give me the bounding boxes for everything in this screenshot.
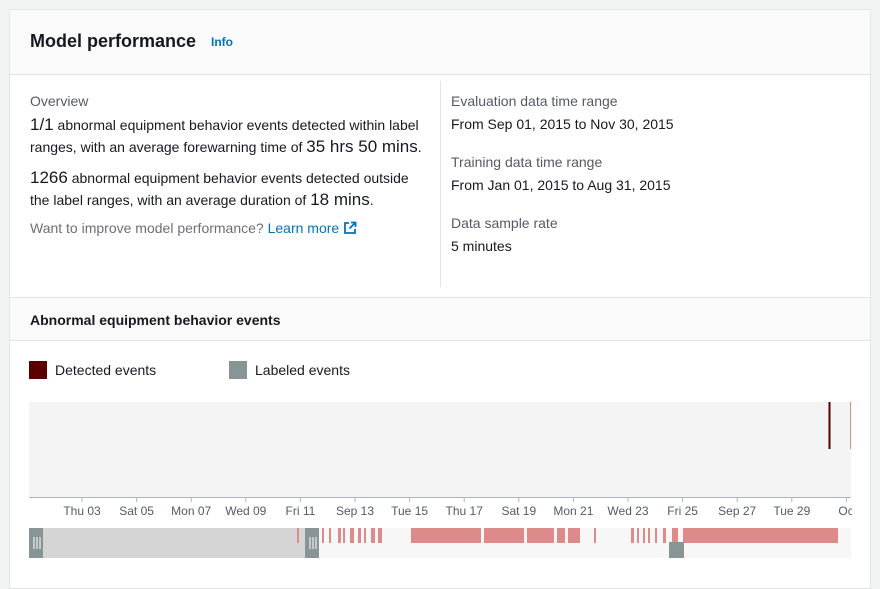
- training-range-value: From Jan 01, 2015 to Aug 31, 2015: [451, 177, 671, 193]
- legend-labeled-events[interactable]: Labeled events: [229, 361, 350, 379]
- sample-rate-value: 5 minutes: [451, 238, 512, 254]
- evaluation-range-label: Evaluation data time range: [451, 93, 618, 109]
- overview-right: Evaluation data time range From Sep 01, …: [451, 93, 851, 276]
- panel-header: Model performance Info: [10, 10, 870, 75]
- overview-left: Overview 1/1 abnormal equipment behavior…: [30, 93, 430, 238]
- overview-section: Overview 1/1 abnormal equipment behavior…: [10, 75, 870, 298]
- training-range: Training data time range From Jan 01, 20…: [451, 154, 851, 193]
- events-section-title: Abnormal equipment behavior events: [30, 312, 281, 328]
- panel-title: Model performance: [30, 31, 197, 51]
- improve-hint: Want to improve model performance? Learn…: [30, 220, 430, 238]
- detected-within-suffix: .: [417, 139, 422, 155]
- detected-events-swatch: [29, 361, 47, 379]
- learn-more-link[interactable]: Learn more: [268, 220, 358, 236]
- detected-outside-suffix: .: [369, 192, 374, 208]
- overview-label: Overview: [30, 93, 89, 109]
- external-link-icon: [343, 221, 357, 238]
- legend-detected-label: Detected events: [55, 362, 157, 378]
- sample-rate: Data sample rate 5 minutes: [451, 215, 851, 254]
- legend-detected-events[interactable]: Detected events: [29, 361, 156, 379]
- detected-within-count: 1/1: [30, 115, 54, 134]
- labeled-events-swatch: [229, 361, 247, 379]
- info-link[interactable]: Info: [211, 35, 233, 49]
- model-performance-panel: Model performance Info Overview 1/1 abno…: [9, 9, 871, 589]
- detected-outside-summary: 1266 abnormal equipment behavior events …: [30, 167, 430, 211]
- detected-outside-count: 1266: [30, 168, 68, 187]
- training-range-label: Training data time range: [451, 154, 603, 170]
- sample-rate-label: Data sample rate: [451, 215, 558, 231]
- legend-labeled-label: Labeled events: [255, 362, 350, 378]
- evaluation-range: Evaluation data time range From Sep 01, …: [451, 93, 851, 132]
- overview-divider: [440, 81, 441, 287]
- brush-handle-right[interactable]: [305, 528, 319, 558]
- events-section-header: Abnormal equipment behavior events: [10, 298, 870, 341]
- learn-more-label: Learn more: [267, 220, 340, 236]
- average-duration: 18 mins: [310, 190, 370, 209]
- detected-within-summary: 1/1 abnormal equipment behavior events d…: [30, 114, 430, 158]
- brush-handle-left[interactable]: [29, 528, 43, 558]
- forewarning-time: 35 hrs 50 mins: [306, 137, 418, 156]
- improve-text: Want to improve model performance?: [30, 220, 264, 236]
- evaluation-range-value: From Sep 01, 2015 to Nov 30, 2015: [451, 116, 674, 132]
